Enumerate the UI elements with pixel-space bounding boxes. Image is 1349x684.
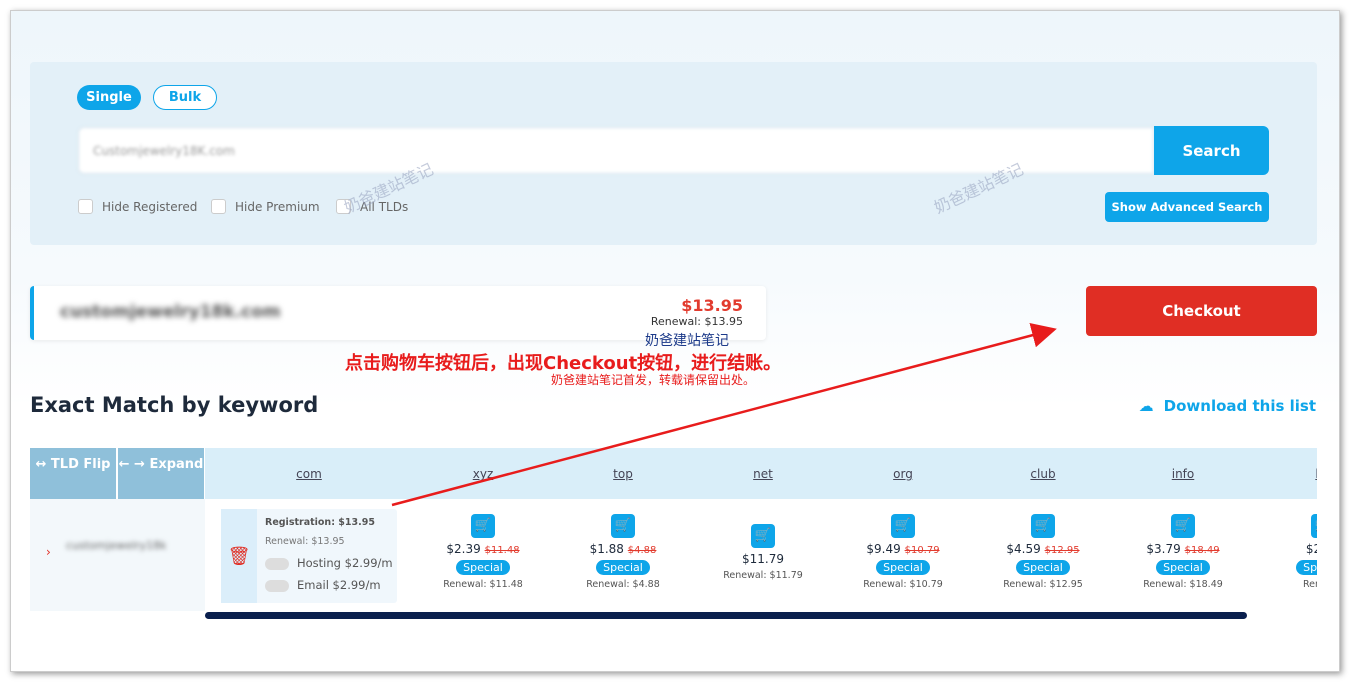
annotation-arrow bbox=[391, 323, 1057, 507]
